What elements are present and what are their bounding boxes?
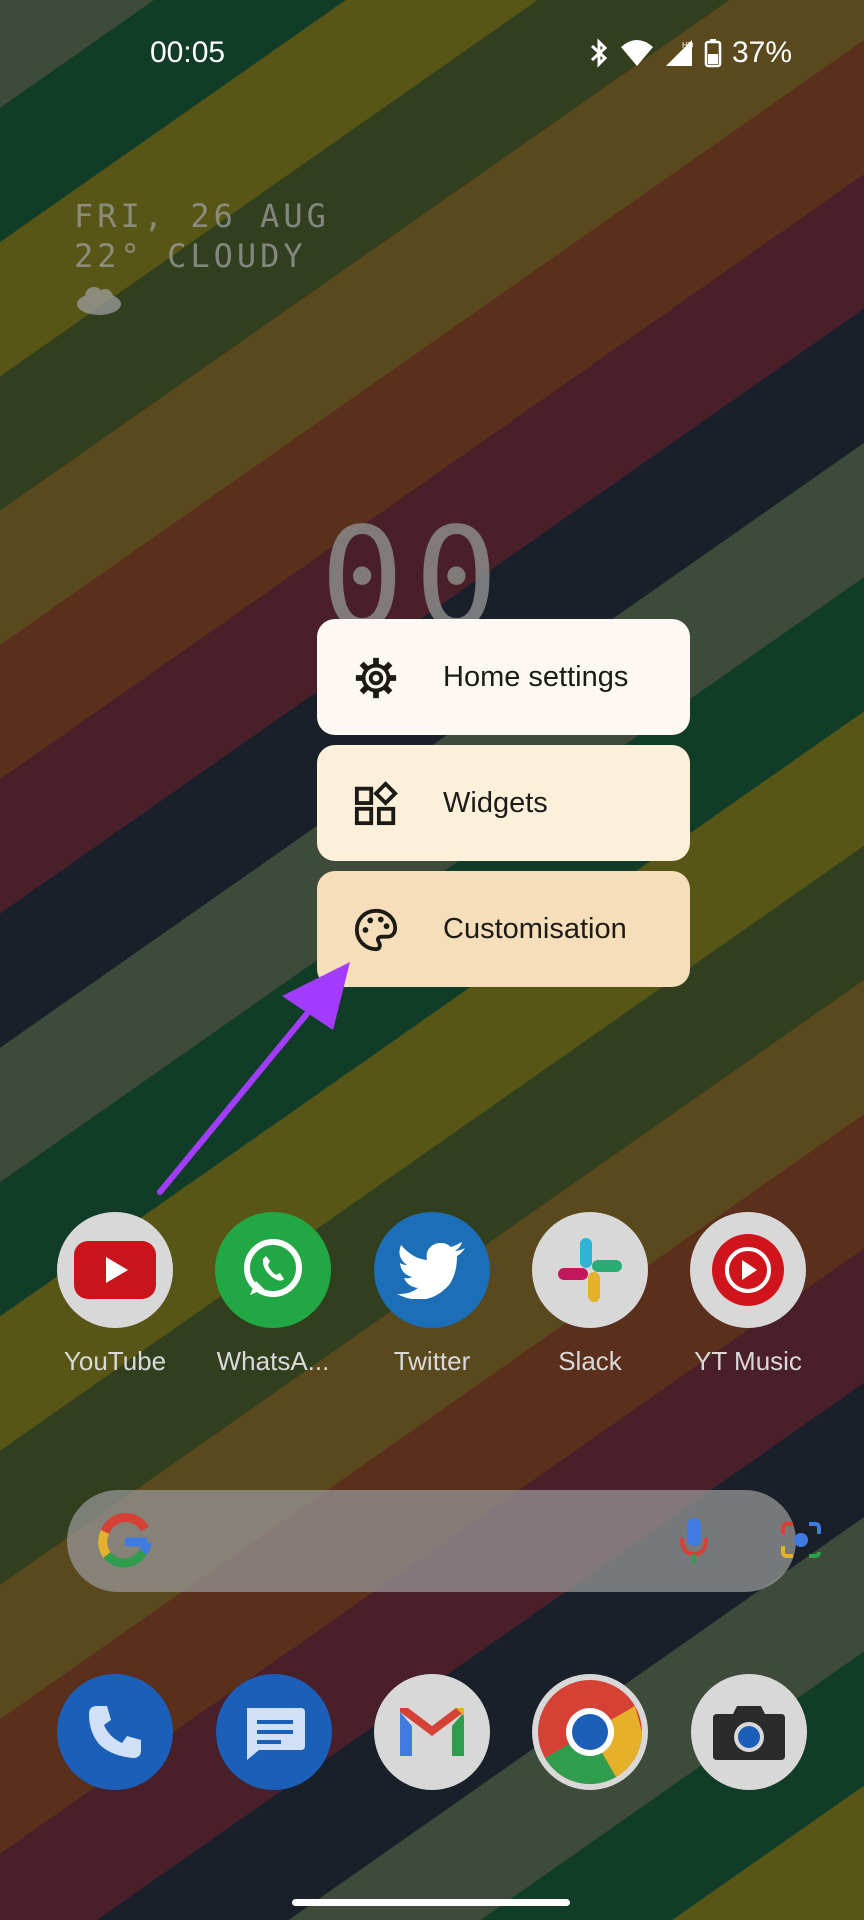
- gesture-nav-handle[interactable]: [292, 1899, 570, 1906]
- yt-music-icon: [690, 1212, 806, 1328]
- app-yt-music[interactable]: YT Music: [668, 1212, 828, 1377]
- microphone-icon[interactable]: [679, 1516, 709, 1566]
- annotation-arrow: [157, 962, 350, 1195]
- phone-icon[interactable]: [57, 1674, 173, 1790]
- camera-icon[interactable]: [691, 1674, 807, 1790]
- slack-icon: [532, 1212, 648, 1328]
- app-slack[interactable]: Slack: [510, 1212, 670, 1377]
- app-label-slack: Slack: [558, 1346, 622, 1376]
- google-lens-icon[interactable]: [779, 1518, 823, 1562]
- app-label-whatsapp: WhatsA...: [216, 1346, 330, 1376]
- app-whatsapp[interactable]: WhatsA...: [193, 1212, 353, 1377]
- youtube-icon: [57, 1212, 173, 1328]
- messages-icon[interactable]: [216, 1674, 332, 1790]
- gmail-icon[interactable]: [374, 1674, 490, 1790]
- chrome-icon[interactable]: [532, 1674, 648, 1790]
- app-label-twitter: Twitter: [393, 1346, 471, 1376]
- whatsapp-icon: [215, 1212, 331, 1328]
- app-label-yt-music: YT Music: [694, 1346, 802, 1376]
- app-label-youtube: YouTube: [63, 1346, 167, 1376]
- app-twitter[interactable]: Twitter: [352, 1212, 512, 1377]
- twitter-icon: [374, 1212, 490, 1328]
- app-youtube[interactable]: YouTube: [35, 1212, 195, 1377]
- google-logo-icon: [98, 1513, 152, 1568]
- google-search-bar[interactable]: [67, 1490, 821, 1592]
